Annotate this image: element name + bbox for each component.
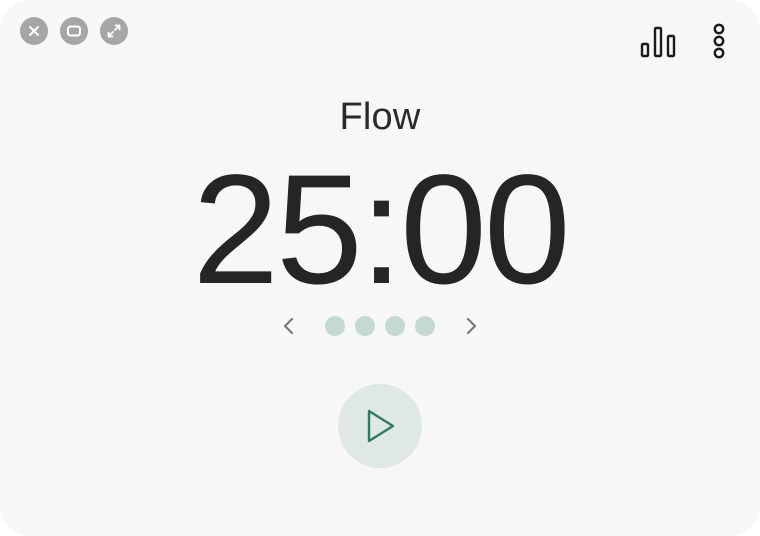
session-selector — [0, 312, 760, 340]
fullscreen-button[interactable] — [100, 17, 128, 45]
play-icon — [367, 409, 395, 443]
more-vertical-icon — [713, 23, 725, 59]
close-button[interactable] — [20, 17, 48, 45]
stats-button[interactable] — [640, 24, 678, 58]
play-button[interactable] — [338, 384, 422, 468]
close-icon — [29, 26, 39, 36]
expand-icon — [107, 24, 121, 38]
chevron-right-icon — [466, 317, 477, 335]
minimize-button[interactable] — [60, 17, 88, 45]
session-dot — [355, 316, 375, 336]
session-progress-dots — [325, 316, 435, 336]
toolbar — [640, 22, 726, 60]
session-label: Flow — [339, 96, 421, 138]
session-dot — [385, 316, 405, 336]
timer-window: Flow 25:00 — [0, 0, 760, 536]
minimize-icon — [67, 25, 81, 37]
window-controls — [20, 17, 128, 45]
next-session-button[interactable] — [457, 312, 485, 340]
session-dot — [415, 316, 435, 336]
bar-chart-icon — [640, 26, 676, 58]
session-dot — [325, 316, 345, 336]
timer-display: 25:00 — [192, 143, 570, 317]
more-menu-button[interactable] — [712, 22, 726, 60]
previous-session-button[interactable] — [275, 312, 303, 340]
chevron-left-icon — [283, 317, 294, 335]
